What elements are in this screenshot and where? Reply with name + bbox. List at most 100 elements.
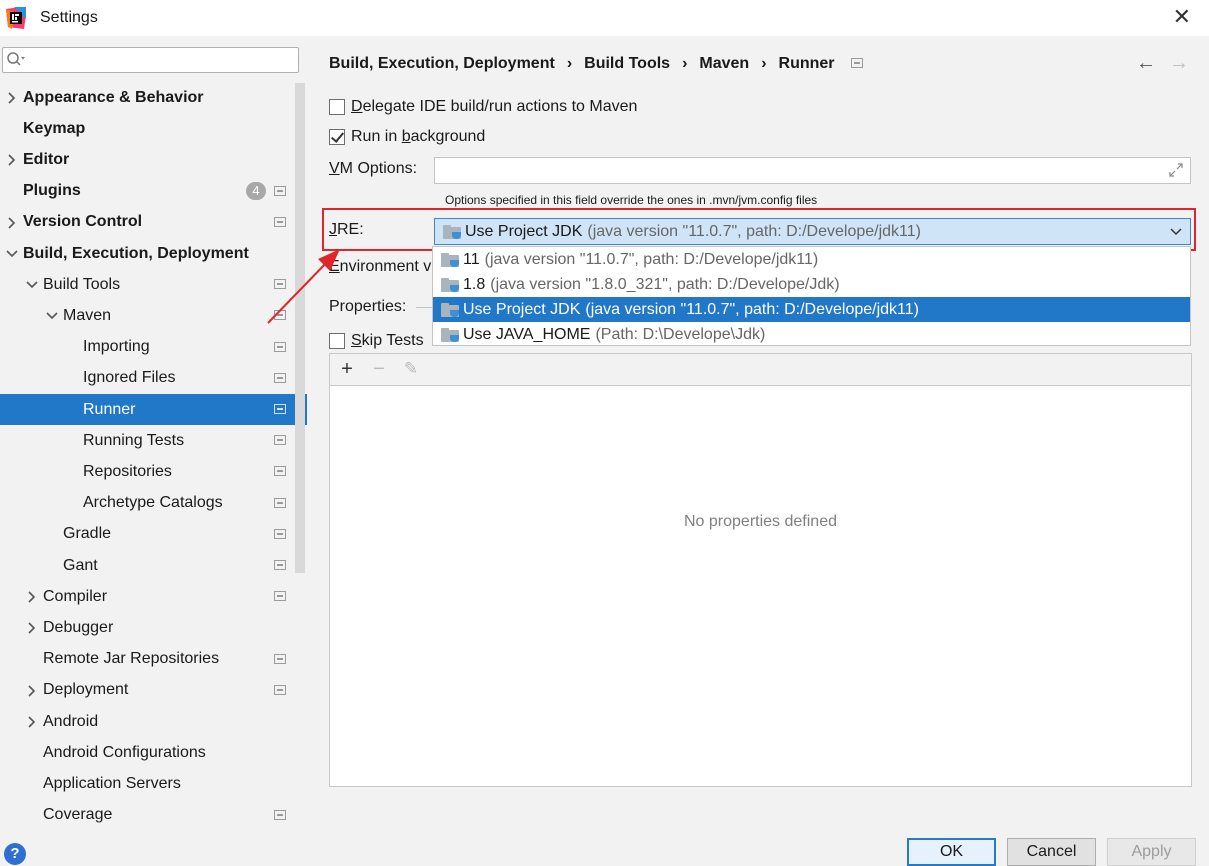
sidebar-item-label: Version Control	[23, 213, 143, 231]
sidebar-item-label: Plugins	[23, 182, 81, 200]
chevron-right-icon[interactable]	[25, 684, 39, 698]
jre-dropdown-list: 11 (java version "11.0.7", path: D:/Devel…	[432, 246, 1191, 346]
sidebar-item-plugins[interactable]: Plugins 4	[0, 176, 307, 207]
sidebar-item-label: Importing	[83, 338, 150, 356]
project-level-icon	[274, 591, 286, 602]
breadcrumb-separator: ›	[566, 55, 573, 72]
delegate-build-checkbox[interactable]	[329, 99, 345, 115]
intellij-app-icon	[6, 7, 26, 29]
sidebar-item-android[interactable]: Android	[0, 706, 307, 737]
jre-option-detail: (java version "1.8.0_321", path: D:/Deve…	[490, 275, 840, 293]
title-bar: Settings ✕	[0, 0, 1209, 36]
project-level-icon	[274, 528, 286, 539]
jre-option-detail: (java version "11.0.7", path: D:/Develop…	[585, 300, 919, 318]
jre-option[interactable]: 11 (java version "11.0.7", path: D:/Devel…	[433, 247, 1190, 272]
sidebar-item-debugger[interactable]: Debugger	[0, 612, 307, 643]
breadcrumb-separator: ›	[682, 55, 688, 72]
settings-search-input[interactable]	[2, 47, 299, 73]
skip-tests-option[interactable]: Skip Tests	[329, 330, 424, 352]
sidebar-item-label: Build Tools	[43, 275, 121, 293]
sidebar-item-runner[interactable]: Runner	[0, 394, 307, 425]
chevron-right-icon[interactable]	[5, 91, 19, 105]
sidebar-item-editor[interactable]: Editor	[0, 144, 307, 175]
apply-button[interactable]: Apply	[1107, 838, 1196, 866]
sidebar-item-deployment[interactable]: Deployment	[0, 675, 307, 706]
jre-option[interactable]: 1.8 (java version "1.8.0_321", path: D:/D…	[433, 272, 1190, 297]
breadcrumb-item[interactable]: Maven	[699, 55, 749, 73]
add-icon[interactable]: +	[336, 358, 358, 380]
cancel-button[interactable]: Cancel	[1007, 838, 1096, 866]
skip-tests-label: Skip Tests	[351, 332, 424, 349]
chevron-right-icon[interactable]	[25, 621, 39, 635]
sidebar-item-version-control[interactable]: Version Control	[0, 207, 307, 238]
sidebar-item-label: Build, Execution, Deployment	[23, 244, 249, 262]
window-title: Settings	[40, 9, 98, 26]
edit-icon[interactable]: ✎	[400, 358, 422, 380]
expand-icon[interactable]	[1168, 162, 1184, 178]
sidebar-item-ignored-files[interactable]: Ignored Files	[0, 363, 307, 394]
sidebar-item-maven[interactable]: Maven	[0, 300, 307, 331]
chevron-right-icon[interactable]	[25, 590, 39, 604]
chevron-down-icon[interactable]	[45, 309, 59, 323]
run-in-background-checkbox[interactable]	[329, 129, 345, 145]
environment-variables-label: Environment v	[329, 258, 432, 275]
breadcrumb-item[interactable]: Build Tools	[584, 55, 670, 73]
sidebar-item-label: Compiler	[43, 587, 108, 605]
sidebar-item-label: Repositories	[83, 462, 172, 480]
back-arrow-icon[interactable]: ←	[1136, 52, 1156, 75]
sidebar-item-importing[interactable]: Importing	[0, 332, 307, 363]
jre-option[interactable]: Use Project JDK (java version "11.0.7", p…	[433, 297, 1190, 322]
breadcrumb-item[interactable]: Build, Execution, Deployment	[329, 55, 555, 73]
run-in-background-option[interactable]: Run in background	[329, 126, 485, 148]
delegate-build-option[interactable]: Delegate IDE build/run actions to Maven	[329, 96, 637, 118]
jdk-folder-icon	[441, 277, 459, 292]
jre-option-detail: (java version "11.0.7", path: D:/Develop…	[484, 250, 819, 268]
sidebar-item-coverage[interactable]: Coverage	[0, 800, 307, 826]
chevron-down-icon[interactable]	[5, 247, 19, 261]
properties-toolbar: + − ✎	[329, 353, 1192, 385]
jre-combobox[interactable]: Use Project JDK (java version "11.0.7", …	[434, 218, 1191, 245]
jdk-folder-icon	[443, 224, 461, 239]
sidebar-item-build-execution-deployment[interactable]: Build, Execution, Deployment	[0, 238, 307, 269]
sidebar-item-label: Coverage	[43, 806, 113, 824]
sidebar-item-android-configurations[interactable]: Android Configurations	[0, 737, 307, 768]
skip-tests-checkbox[interactable]	[329, 333, 345, 349]
sidebar-scrollbar[interactable]	[295, 83, 305, 573]
chevron-right-icon[interactable]	[5, 153, 19, 167]
sidebar-item-keymap[interactable]: Keymap	[0, 113, 307, 144]
sidebar-item-label: Debugger	[43, 618, 114, 636]
sidebar-item-repositories[interactable]: Repositories	[0, 456, 307, 487]
forward-arrow-icon[interactable]: →	[1169, 52, 1189, 75]
sidebar-item-archetype-catalogs[interactable]: Archetype Catalogs	[0, 488, 307, 519]
close-icon[interactable]: ✕	[1173, 6, 1191, 28]
remove-icon[interactable]: −	[368, 358, 390, 380]
sidebar-item-label: Remote Jar Repositories	[43, 650, 220, 668]
jre-selected-detail: (java version "11.0.7", path: D:/Develop…	[587, 222, 921, 240]
sidebar-item-label: Running Tests	[83, 431, 185, 449]
help-icon[interactable]: ?	[4, 843, 26, 865]
sidebar-item-appearance-behavior[interactable]: Appearance & Behavior	[0, 82, 307, 113]
chevron-down-icon[interactable]	[25, 278, 39, 292]
sidebar-item-compiler[interactable]: Compiler	[0, 581, 307, 612]
sidebar-item-application-servers[interactable]: Application Servers	[0, 768, 307, 799]
sidebar-item-label: Gradle	[63, 525, 112, 543]
sidebar-item-remote-jar-repositories[interactable]: Remote Jar Repositories	[0, 644, 307, 675]
vm-options-input[interactable]	[434, 157, 1191, 184]
sidebar-item-label: Appearance & Behavior	[23, 88, 204, 106]
project-level-icon	[274, 809, 286, 820]
chevron-right-icon[interactable]	[25, 715, 39, 729]
jre-option-name: 11	[463, 250, 480, 268]
sidebar-item-build-tools[interactable]: Build Tools	[0, 269, 307, 300]
ok-button[interactable]: OK	[907, 838, 996, 866]
project-level-icon	[274, 279, 286, 290]
chevron-down-icon[interactable]	[1170, 225, 1182, 237]
sidebar-item-running-tests[interactable]: Running Tests	[0, 425, 307, 456]
sidebar-item-gradle[interactable]: Gradle	[0, 519, 307, 550]
jre-option[interactable]: Use JAVA_HOME (Path: D:\Develope\Jdk)	[433, 322, 1190, 347]
jdk-folder-icon	[441, 302, 459, 317]
settings-window: Settings ✕ Appearance & Behavior Keymap Ed…	[0, 0, 1209, 866]
sidebar-item-gant[interactable]: Gant	[0, 550, 307, 581]
properties-table[interactable]: No properties defined	[329, 385, 1192, 787]
chevron-right-icon[interactable]	[5, 216, 19, 230]
jdk-folder-icon	[441, 252, 459, 267]
